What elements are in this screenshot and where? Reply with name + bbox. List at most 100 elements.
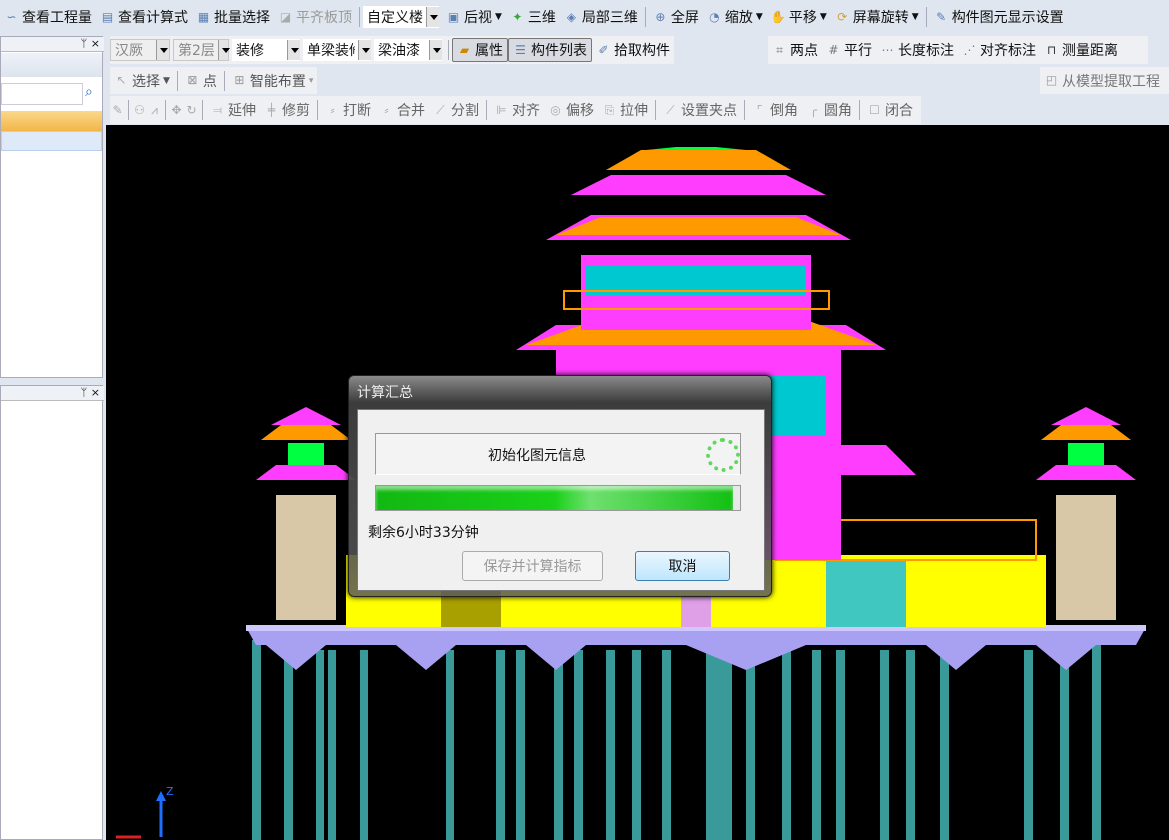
component-toolbar: 汉厥 第2层 装修 单梁装修 梁油漆 ▰属性 ☰构件列表 ✐拾取构件	[110, 36, 674, 64]
view-formula-icon: ▤	[101, 9, 114, 24]
grip-icon: ⟋	[666, 102, 675, 117]
panel-toolbar	[1, 53, 102, 77]
search-input[interactable]	[1, 83, 83, 105]
break-icon: ⸗	[330, 102, 335, 117]
brush-icon: ✎	[112, 102, 123, 117]
close-shape-icon: ☐	[869, 102, 880, 117]
close-icon[interactable]: ×	[91, 37, 100, 50]
stretch-button[interactable]: ⎘ 拉伸	[598, 96, 652, 124]
eyedropper-icon: ✐	[598, 42, 609, 57]
close-icon[interactable]: ×	[91, 386, 100, 399]
3d-button[interactable]: ✦ 三维	[506, 3, 560, 31]
align-slab-top-button[interactable]: ◪ 平齐板顶	[274, 3, 356, 31]
trim-button[interactable]: ╪ 修剪	[260, 96, 314, 124]
pan-button[interactable]: ✋ 平移 ▼	[767, 3, 831, 31]
chamfer-button[interactable]: ⌜ 倒角	[748, 96, 802, 124]
divider	[744, 100, 745, 120]
save-and-calculate-button[interactable]: 保存并计算指标	[462, 551, 603, 581]
trim-icon: ╪	[267, 102, 276, 117]
component-list-button[interactable]: ☰ 构件列表	[508, 38, 592, 62]
break-button[interactable]: ⸗ 打断	[321, 96, 375, 124]
set-grip-button[interactable]: ⟋ 设置夹点	[659, 96, 741, 124]
measure-distance-button[interactable]: ⊓ 测量距离	[1040, 36, 1122, 64]
pin-icon[interactable]: ᛘ	[81, 37, 88, 50]
search-icon[interactable]: ⌕	[85, 84, 93, 100]
floor-group-select[interactable]: 汉厥	[110, 39, 170, 61]
split-button[interactable]: ⟋ 分割	[429, 96, 483, 124]
offset-button[interactable]: ◎ 偏移	[544, 96, 598, 124]
main-toolbar: ∽ 查看工程量 ▤ 查看计算式 ▦ 批量选择 ◪ 平齐板顶 自定义楼 ▣ 后视 ▼ ✦ 三维 …	[0, 3, 1169, 31]
display-settings-button[interactable]: ✎ 构件图元显示设置	[930, 3, 1068, 31]
category-select[interactable]: 装修	[232, 39, 300, 61]
divider	[128, 100, 129, 120]
floor-select[interactable]: 第2层	[173, 39, 231, 61]
view-formula-button[interactable]: ▤ 查看计算式	[96, 3, 192, 31]
3d-icon: ✦	[512, 9, 523, 24]
align-button[interactable]: ⊫ 对齐	[490, 96, 544, 124]
cancel-button[interactable]: 取消	[635, 551, 730, 581]
align-dimension-icon: ⋰	[963, 42, 976, 57]
pick-component-button[interactable]: ✐ 拾取构件	[592, 36, 674, 64]
panel-header: ᛘ ×	[1, 386, 104, 401]
fullscreen-button[interactable]: ⊕ 全屏	[649, 3, 703, 31]
axis-indicator: Z	[116, 785, 174, 839]
fillet-button[interactable]: ╭ 圆角	[802, 96, 856, 124]
progress-bar	[375, 485, 741, 511]
properties-button[interactable]: ▰ 属性	[452, 38, 508, 62]
divider	[448, 40, 449, 60]
component-select[interactable]: 梁油漆	[374, 39, 442, 61]
merge-button[interactable]: ⸗ 合并	[375, 96, 429, 124]
chevron-down-icon: ▼	[819, 12, 827, 22]
close-shape-button[interactable]: ☐ 闭合	[863, 96, 917, 124]
pan-icon: ✋	[770, 9, 786, 24]
divider	[223, 70, 225, 91]
divider	[317, 100, 318, 120]
smart-layout-button[interactable]: ⊞ 智能布置 ▾	[228, 67, 318, 94]
dialog-title: 计算汇总	[357, 385, 413, 401]
chevron-down-icon: ▼	[911, 12, 919, 22]
property-panel: ᛘ ×	[0, 385, 104, 840]
list-item-selected[interactable]	[1, 111, 102, 131]
list-item[interactable]	[1, 131, 102, 151]
chevron-down-icon	[426, 7, 439, 27]
two-point-button[interactable]: ⌗ 两点	[768, 36, 822, 64]
point-button[interactable]: ⊠ 点	[181, 67, 221, 94]
side-tower-right	[1036, 407, 1136, 620]
chevron-down-icon	[217, 40, 231, 60]
point-icon: ⊠	[187, 73, 198, 87]
parallel-icon: #	[828, 42, 839, 57]
two-point-icon: ⌗	[776, 42, 783, 57]
local-3d-button[interactable]: ◈ 局部三维	[560, 3, 642, 31]
back-view-button[interactable]: ▣ 后视 ▼	[442, 3, 506, 31]
side-tower-left	[256, 407, 356, 620]
pin-icon[interactable]: ᛘ	[81, 386, 88, 399]
align-dimension-button[interactable]: ⋰ 对齐标注	[958, 36, 1040, 64]
rotate-screen-button[interactable]: ⟳ 屏幕旋转 ▼	[831, 3, 923, 31]
view-select[interactable]: 自定义楼	[363, 6, 439, 28]
zoom-button[interactable]: ◔ 缩放 ▼	[703, 3, 767, 31]
divider	[859, 100, 860, 120]
measure-toolbar: ⌗ 两点 # 平行 ⋯ 长度标注 ⋰ 对齐标注 ⊓ 测量距离	[768, 36, 1148, 64]
length-dimension-button[interactable]: ⋯ 长度标注	[876, 36, 958, 64]
extract-from-model-button[interactable]: ◰ 从模型提取工程	[1040, 67, 1164, 94]
local-3d-icon: ◈	[566, 9, 577, 24]
view-quantity-icon: ∽	[6, 9, 17, 24]
parallel-button[interactable]: # 平行	[822, 36, 876, 64]
offset-icon: ◎	[550, 102, 561, 117]
list-icon: ☰	[515, 42, 526, 57]
view-quantity-button[interactable]: ∽ 查看工程量	[0, 3, 96, 31]
status-text: 初始化图元信息	[488, 448, 586, 464]
batch-select-button[interactable]: ▦ 批量选择	[192, 3, 274, 31]
smart-layout-icon: ⊞	[234, 73, 245, 87]
piles	[252, 640, 1101, 840]
remaining-time: 剩余6小时33分钟	[368, 525, 479, 541]
extend-button[interactable]: ⫤ 延伸	[206, 96, 260, 124]
chevron-down-icon: ▼	[495, 12, 502, 22]
chevron-down-icon	[287, 40, 300, 60]
edit-toolbar: ✎ ⚇ ⩘ ✥ ↻ ⫤ 延伸 ╪ 修剪 ⸗ 打断 ⸗ 合并 ⟋ 分割 ⊫ 对齐 ◎ 偏移 ⎘ 拉伸 …	[110, 96, 921, 124]
z-axis-label: Z	[166, 785, 174, 798]
fillet-icon: ╭	[809, 102, 818, 117]
dialog-body: 初始化图元信息 剩余6小时33分钟 保存并计算指标 取消	[357, 409, 765, 591]
type-select[interactable]: 单梁装修	[303, 39, 371, 61]
select-button[interactable]: ↖ 选择 ▼	[110, 67, 174, 94]
